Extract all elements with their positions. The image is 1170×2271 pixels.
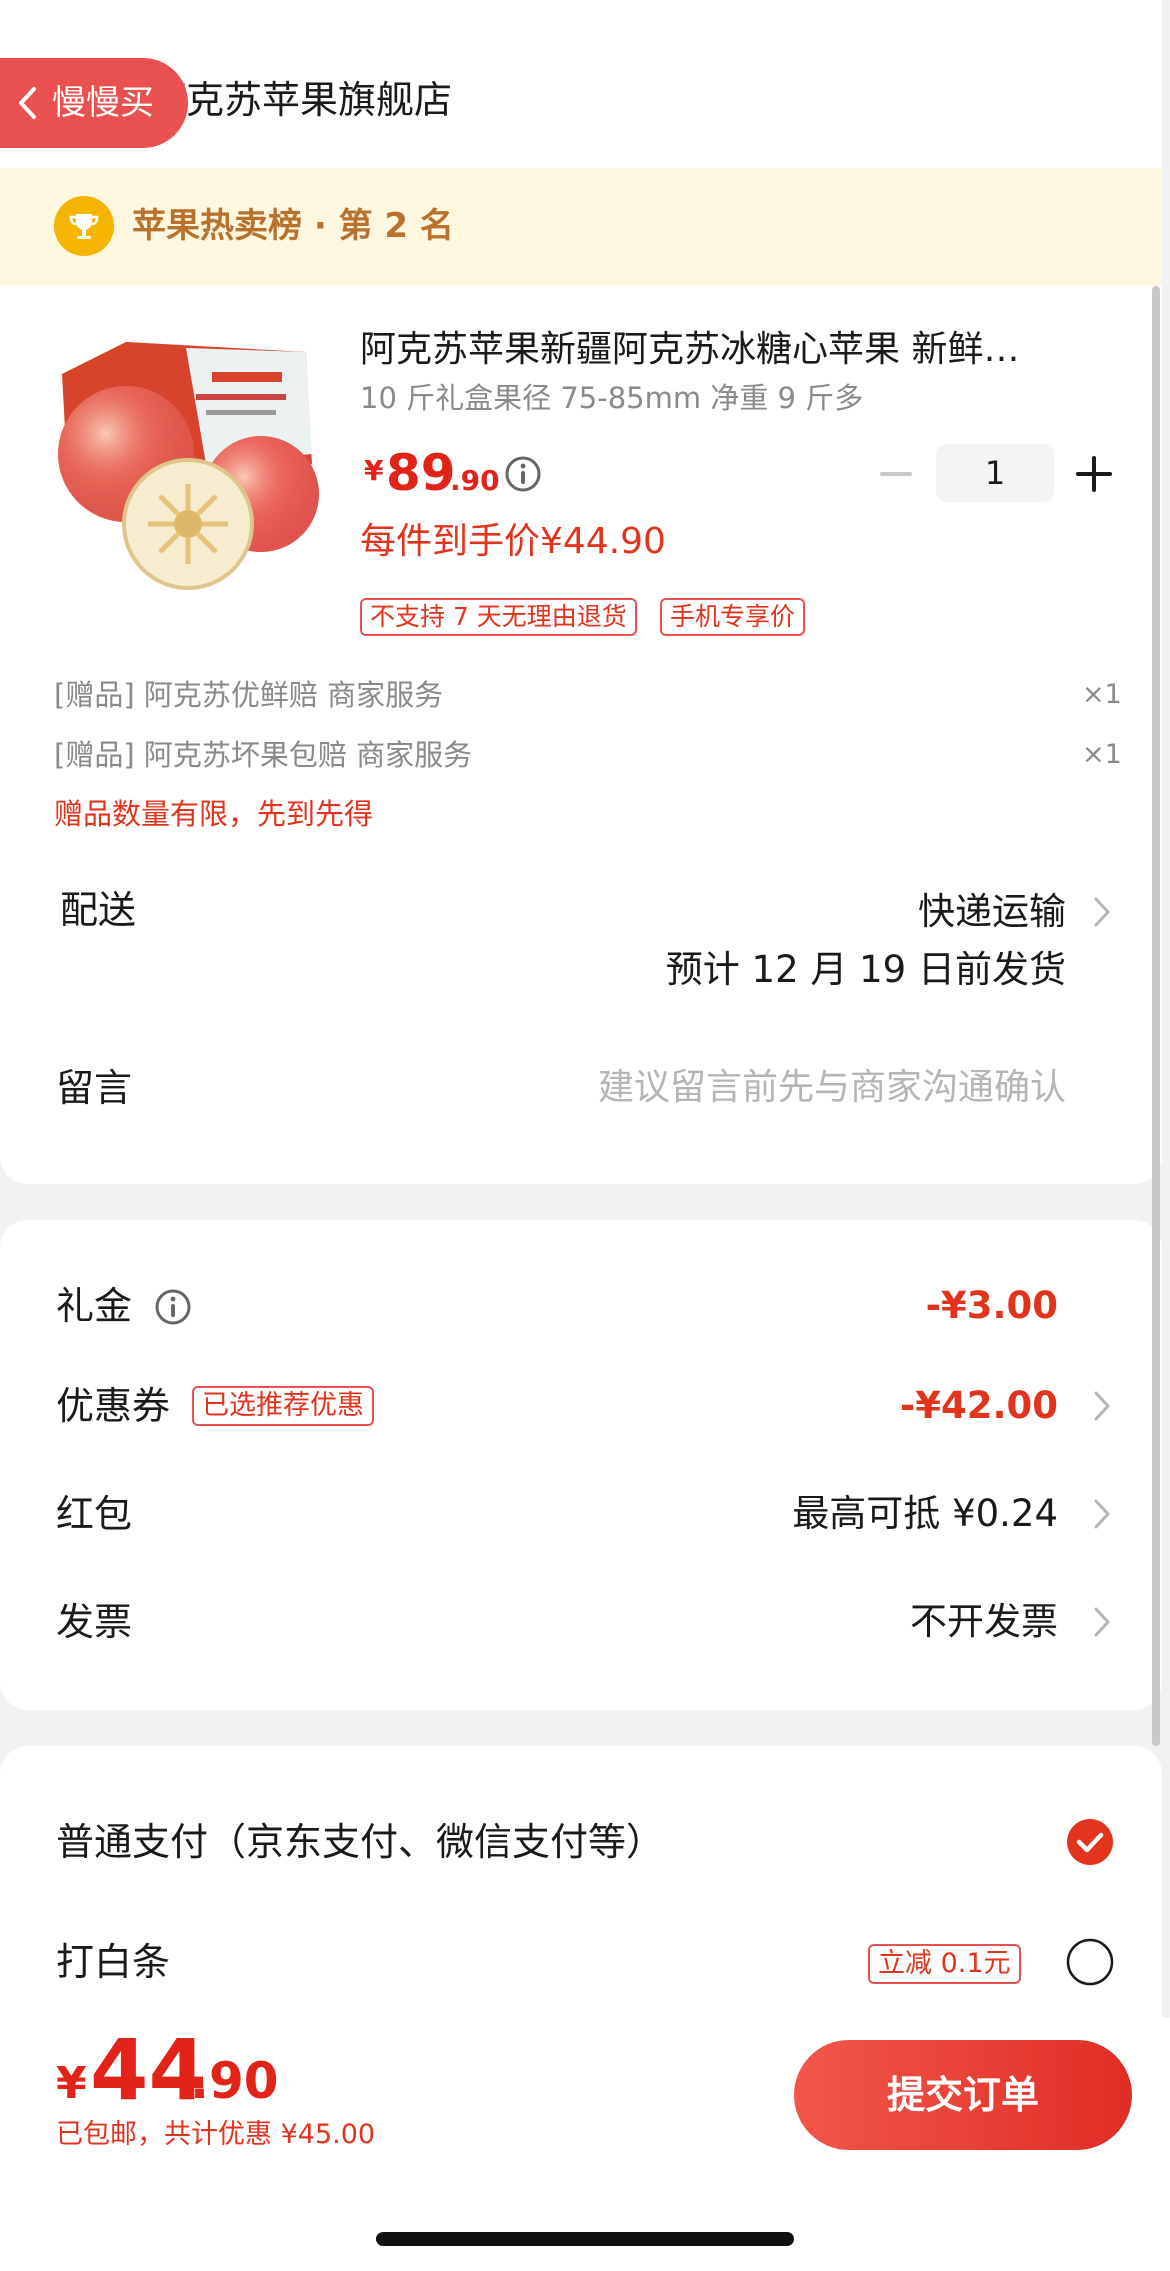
total-symbol: ¥ — [56, 2058, 87, 2109]
coupon-value[interactable]: -¥42.00 — [900, 1376, 1058, 1436]
price-symbol: ¥ — [364, 454, 384, 487]
baitiao-discount-tag: 立减 0.1元 — [868, 1944, 1021, 1984]
baitiao-label[interactable]: 打白条 — [56, 1932, 170, 1992]
coupon-tag: 已选推荐优惠 — [192, 1386, 374, 1426]
chevron-right-icon[interactable] — [1092, 895, 1112, 929]
red-packet-value[interactable]: 最高可抵 ¥0.24 — [792, 1484, 1058, 1544]
gift-item: [赠品] 阿克苏坏果包赔 商家服务 — [54, 738, 473, 772]
delivery-label: 配送 — [60, 888, 137, 932]
message-label: 留言 — [56, 1066, 133, 1110]
gift-qty: ×1 — [1082, 679, 1122, 710]
back-button[interactable]: 慢慢买 — [0, 58, 188, 148]
mobile-price-tag: 手机专享价 — [660, 598, 806, 636]
chevron-left-icon — [19, 87, 36, 119]
coupon-label: 优惠券 — [56, 1384, 171, 1428]
delivery-method[interactable]: 快递运输 — [918, 882, 1066, 942]
payment-card — [0, 1746, 1162, 2046]
no-return-tag: 不支持 7 天无理由退货 — [360, 598, 637, 636]
invoice-label: 发票 — [56, 1600, 133, 1644]
message-input[interactable]: 建议留言前先与商家沟通确认 — [598, 1058, 1066, 1118]
chevron-right-icon[interactable] — [1092, 1497, 1112, 1531]
info-icon[interactable] — [504, 455, 542, 493]
normal-payment-label[interactable]: 普通支付（京东支付、微信支付等） — [56, 1812, 664, 1872]
quantity-increase-button[interactable] — [1074, 454, 1114, 494]
product-image[interactable] — [56, 334, 320, 590]
red-packet-label: 红包 — [56, 1492, 133, 1536]
home-indicator[interactable] — [376, 2232, 794, 2246]
gift-qty: ×1 — [1082, 739, 1122, 770]
hand-price: 每件到手价¥44.90 — [360, 521, 666, 562]
back-label: 慢慢买 — [52, 83, 154, 123]
radio-unselected-icon[interactable] — [1066, 1938, 1114, 1986]
store-name[interactable]: 阿克苏苹果旗舰店 — [148, 70, 452, 130]
chevron-right-icon[interactable] — [1092, 1389, 1112, 1423]
total-summary: 已包邮，共计优惠 ¥45.00 — [56, 2119, 376, 2150]
price-integer: 89 — [386, 444, 456, 502]
delivery-eta: 预计 12 月 19 日前发货 — [665, 948, 1066, 991]
info-icon[interactable] — [154, 1288, 192, 1326]
gift-money-label: 礼金 — [56, 1284, 133, 1328]
chevron-right-icon[interactable] — [1092, 1605, 1112, 1639]
scrollbar[interactable] — [1152, 286, 1160, 1746]
submit-order-button[interactable]: 提交订单 — [794, 2040, 1132, 2150]
product-spec: 10 斤礼盒果径 75-85mm 净重 9 斤多 — [360, 381, 864, 415]
quantity-decrease-button[interactable] — [878, 456, 914, 492]
invoice-value[interactable]: 不开发票 — [910, 1592, 1058, 1652]
price-decimal: .90 — [450, 464, 500, 497]
rank-text: 苹果热卖榜 · 第 2 名 — [132, 206, 454, 246]
total-decimal: .90 — [190, 2052, 279, 2110]
gift-limit-note: 赠品数量有限，先到先得 — [54, 797, 374, 831]
gift-item: [赠品] 阿克苏优鲜赔 商家服务 — [54, 678, 444, 712]
gift-money-value: -¥3.00 — [925, 1284, 1058, 1327]
product-title[interactable]: 阿克苏苹果新疆阿克苏冰糖心苹果 新鲜… — [360, 322, 1120, 378]
checkmark-selected-icon[interactable] — [1066, 1818, 1114, 1866]
trophy-icon — [54, 196, 114, 256]
quantity-input[interactable]: 1 — [936, 444, 1054, 502]
